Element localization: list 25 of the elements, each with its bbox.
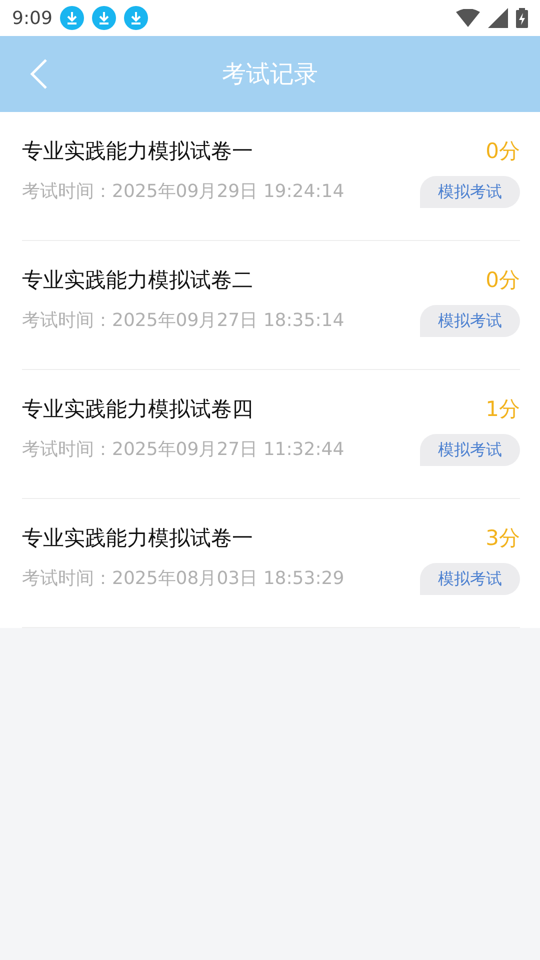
exam-title: 专业实践能力模拟试卷二 [22, 267, 253, 294]
download-icon [92, 6, 116, 30]
back-icon[interactable] [30, 58, 48, 90]
exam-time: 考试时间：2025年09月27日 11:32:44 [22, 438, 344, 462]
exam-title: 专业实践能力模拟试卷四 [22, 396, 253, 423]
exam-score: 3分 [486, 525, 520, 552]
wifi-icon [456, 9, 480, 27]
page-title: 考试记录 [222, 59, 318, 90]
exam-time: 考试时间：2025年09月27日 18:35:14 [22, 309, 344, 333]
download-icon [124, 6, 148, 30]
exam-type-tag: 模拟考试 [420, 434, 520, 466]
exam-type-tag: 模拟考试 [420, 562, 520, 594]
exam-score: 0分 [486, 138, 520, 165]
exam-type-tag: 模拟考试 [420, 304, 520, 336]
exam-score: 0分 [486, 267, 520, 294]
exam-type-tag: 模拟考试 [420, 176, 520, 208]
exam-time: 考试时间：2025年08月03日 18:53:29 [22, 567, 344, 591]
status-time: 9:09 [12, 6, 52, 30]
download-icon [60, 6, 84, 30]
battery-icon [516, 8, 528, 28]
exam-title: 专业实践能力模拟试卷一 [22, 525, 253, 552]
exam-time: 考试时间：2025年09月29日 19:24:14 [22, 180, 344, 204]
exam-score: 1分 [486, 396, 520, 423]
exam-title: 专业实践能力模拟试卷一 [22, 138, 253, 165]
signal-icon [488, 8, 508, 28]
